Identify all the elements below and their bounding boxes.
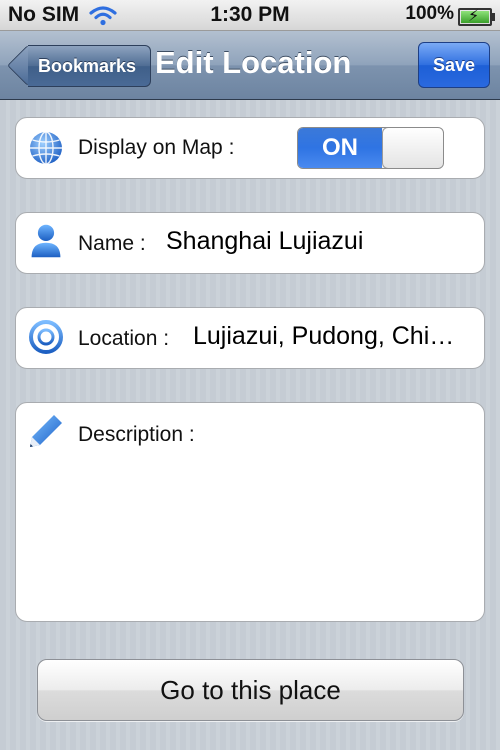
pencil-icon xyxy=(30,415,62,447)
location-label: Location : xyxy=(78,327,170,350)
switch-knob[interactable] xyxy=(382,128,443,168)
page-title: Edit Location xyxy=(155,45,352,80)
back-button-container[interactable]: Bookmarks xyxy=(8,31,152,99)
name-cell[interactable]: Name : Shanghai Lujiazui xyxy=(15,212,485,274)
battery-charging-icon: ⚡ xyxy=(458,8,495,26)
location-cell[interactable]: Location : Lujiazui, Pudong, Chi… xyxy=(15,307,485,369)
location-value[interactable]: Lujiazui, Pudong, Chi… xyxy=(193,322,454,351)
status-bar: No SIM 1:30 PM 100% ⚡ xyxy=(0,0,500,31)
bookmarks-back-button[interactable]: Bookmarks xyxy=(28,45,152,87)
navigation-bar: Bookmarks Edit Location Save xyxy=(0,31,500,100)
display-on-map-switch[interactable]: ON xyxy=(297,127,444,169)
switch-on-text: ON xyxy=(298,128,382,168)
description-label: Description : xyxy=(78,423,195,446)
display-on-map-cell: Display on Map : ON xyxy=(15,117,485,179)
display-on-map-label: Display on Map : xyxy=(78,136,235,159)
name-value[interactable]: Shanghai Lujiazui xyxy=(166,227,363,256)
go-to-this-place-button[interactable]: Go to this place xyxy=(37,659,464,721)
save-button[interactable]: Save xyxy=(418,42,490,88)
name-label: Name : xyxy=(78,232,146,255)
description-cell[interactable]: Description : xyxy=(15,402,485,622)
person-icon xyxy=(31,224,61,258)
globe-icon xyxy=(30,131,62,165)
target-icon xyxy=(28,319,64,355)
battery-percentage: 100% xyxy=(405,3,454,24)
